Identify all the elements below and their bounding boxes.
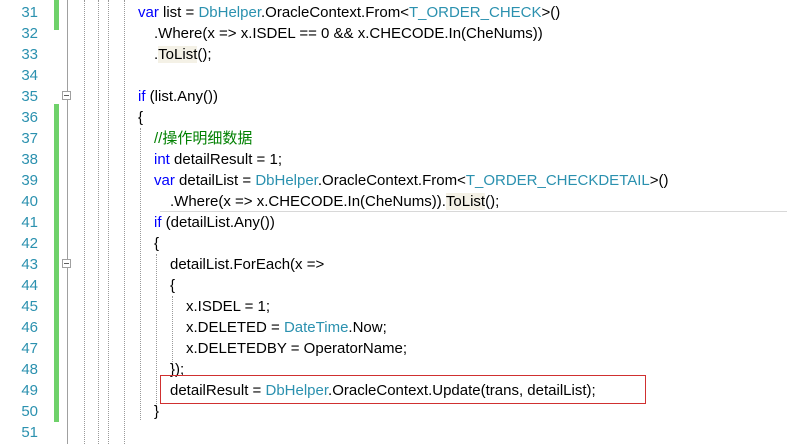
line-number: 38 [21, 151, 38, 168]
indent-guide [108, 0, 109, 444]
indent-guide [172, 296, 173, 364]
code-line[interactable]: detailList.ForEach(x => [170, 254, 324, 275]
code-line[interactable]: { [170, 275, 175, 296]
code-token: T_ORDER_CHECKDETAIL [465, 172, 650, 189]
code-line[interactable]: if (detailList.Any()) [154, 212, 275, 233]
indent-guide [98, 0, 99, 444]
code-token: { [170, 277, 176, 294]
code-token: list = [158, 4, 199, 21]
code-token: DbHelper [198, 4, 261, 21]
code-token: DbHelper [255, 172, 318, 189]
line-number: 48 [21, 361, 38, 378]
indent-guide [84, 0, 85, 444]
code-token: x.ISDEL = 1; [186, 298, 271, 315]
line-number: 49 [21, 382, 38, 399]
line-number: 41 [21, 214, 38, 231]
line-number: 44 [21, 277, 38, 294]
code-token: .Where(x => x.ISDEL == 0 && x.CHECODE.In… [154, 25, 543, 42]
line-number: 39 [21, 172, 38, 189]
code-token: (detailList.Any()) [161, 214, 275, 231]
code-token: DateTime [283, 319, 349, 336]
line-number: 46 [21, 319, 38, 336]
line-number: 36 [21, 109, 38, 126]
code-token: x.DELETED = [186, 319, 284, 336]
code-line[interactable]: .ToList(); [154, 44, 212, 65]
line-number: 43 [21, 256, 38, 273]
code-line[interactable]: var detailList = DbHelper.OracleContext.… [154, 170, 669, 191]
indent-guide [124, 0, 125, 444]
code-line[interactable]: .Where(x => x.ISDEL == 0 && x.CHECODE.In… [154, 23, 543, 44]
line-number: 33 [21, 46, 38, 63]
code-token: if [154, 214, 162, 231]
code-token: if [138, 88, 146, 105]
line-number: 37 [21, 130, 38, 147]
code-line[interactable]: { [138, 107, 143, 128]
fold-toggle-icon[interactable] [62, 259, 71, 268]
code-token: .OracleContext.From< [261, 4, 409, 21]
line-number: 40 [21, 193, 38, 210]
line-number: 51 [21, 424, 38, 441]
code-editor[interactable]: 31 32 33 34 35 36 37 38 39 40 41 42 43 44 45 46 47 48 49 50… [0, 0, 787, 444]
code-token: .Where(x => x.CHECODE.In(CheNums)). [170, 193, 446, 210]
code-line[interactable]: var list = DbHelper.OracleContext.From<T… [138, 2, 560, 23]
code-token: var [138, 4, 159, 21]
line-number: 35 [21, 88, 38, 105]
code-token: { [138, 109, 144, 126]
gutter-separator [67, 0, 68, 444]
line-number: 50 [21, 403, 38, 420]
code-token: .Now; [348, 319, 387, 336]
code-line[interactable]: } [154, 401, 159, 422]
code-token: detailList = [174, 172, 256, 189]
code-line[interactable]: .Where(x => x.CHECODE.In(CheNums)).ToLis… [170, 191, 499, 212]
code-line[interactable]: //操作明细数据 [154, 128, 252, 149]
code-line[interactable]: int detailResult = 1; [154, 149, 282, 170]
code-token: var [154, 172, 175, 189]
line-number: 45 [21, 298, 38, 315]
change-indicator-bar [54, 104, 59, 422]
code-token: ToList [445, 193, 486, 210]
code-line[interactable]: x.ISDEL = 1; [186, 296, 270, 317]
code-token: detailResult = 1; [169, 151, 282, 168]
code-token: { [154, 235, 160, 252]
code-token: (); [197, 46, 212, 63]
code-token: ToList [158, 46, 198, 63]
code-line[interactable]: { [154, 233, 159, 254]
code-token: detailList.ForEach(x => [170, 256, 325, 273]
indent-guide [140, 128, 141, 420]
code-token: (list.Any()) [145, 88, 218, 105]
highlight-annotation-box [160, 375, 646, 404]
code-token: >() [649, 172, 669, 189]
change-indicator-bar [54, 0, 59, 30]
code-line[interactable]: x.DELETED = DateTime.Now; [186, 317, 387, 338]
line-number: 31 [21, 4, 38, 21]
line-number: 42 [21, 235, 38, 252]
code-token: int [154, 151, 170, 168]
code-token: >() [541, 4, 561, 21]
code-token: T_ORDER_CHECK [408, 4, 542, 21]
code-token: x.DELETEDBY = OperatorName; [186, 340, 408, 357]
line-number: 34 [21, 67, 38, 84]
code-token: .OracleContext.From< [317, 172, 466, 189]
code-token: //操作明细数据 [154, 130, 253, 147]
line-number: 47 [21, 340, 38, 357]
indent-guide [156, 254, 157, 410]
code-line[interactable]: x.DELETEDBY = OperatorName; [186, 338, 407, 359]
fold-toggle-icon[interactable] [62, 91, 71, 100]
code-token: (); [485, 193, 500, 210]
code-line[interactable]: if (list.Any()) [138, 86, 218, 107]
code-token: } [154, 403, 160, 420]
line-number: 32 [21, 25, 38, 42]
